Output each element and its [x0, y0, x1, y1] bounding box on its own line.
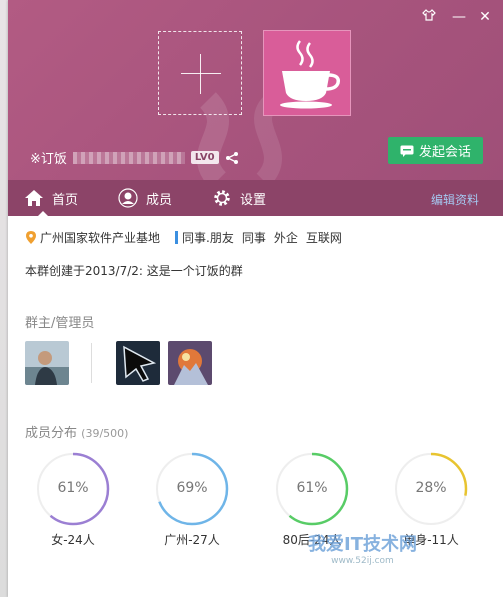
group-description: 本群创建于2013/7/2: 这是一个订饭的群 — [25, 264, 243, 278]
tag-item: 同事 — [241, 231, 266, 245]
group-avatar — [263, 30, 351, 116]
tab-home[interactable]: 首页 — [24, 180, 78, 216]
group-name-row: ※订饭 LV0 — [30, 148, 239, 167]
skin-icon[interactable] — [419, 8, 439, 26]
location-pin-icon — [26, 231, 36, 244]
blurred-group-id — [72, 151, 185, 164]
group-profile-window: — ✕ ※订饭 LV0 发起会话 首页 成员 设置 编辑资料 广州国家软件产业基… — [8, 0, 503, 597]
minimize-icon[interactable]: — — [449, 8, 469, 26]
members-title: 成员分布 (39/500) — [25, 422, 128, 441]
background-window — [0, 0, 8, 597]
plus-icon — [181, 73, 221, 74]
members-title-label: 成员分布 — [25, 426, 78, 441]
level-badge: LV0 — [190, 151, 219, 164]
tab-members-label: 成员 — [146, 192, 173, 208]
group-tags: 广州国家软件产业基地 同事.朋友 同事 外企 互联网 — [26, 229, 350, 246]
distribution-label: 广州-27人 — [164, 533, 220, 547]
tag-divider — [175, 231, 179, 244]
admin-divider — [91, 343, 92, 383]
group-name: ※订饭 — [30, 152, 67, 167]
tab-settings-label: 设置 — [240, 192, 267, 208]
admin-avatar[interactable] — [168, 341, 212, 385]
admin-avatar[interactable] — [116, 341, 160, 385]
tab-members[interactable]: 成员 — [118, 180, 172, 216]
tab-bar: 首页 成员 设置 编辑资料 — [8, 180, 503, 216]
share-icon[interactable] — [225, 151, 239, 165]
admins-title: 群主/管理员 — [25, 316, 95, 331]
location-tag: 广州国家软件产业基地 — [40, 231, 161, 245]
member-distribution-chart: 61% 女-24人 69% 广州-27人 61% 80后-24人 28% 单身-11人 — [8, 450, 503, 550]
distribution-percent: 61% — [296, 480, 328, 496]
distribution-percent: 61% — [57, 480, 89, 496]
watermark: 我爱IT技术网 www.52ij.com — [308, 534, 417, 566]
distribution-percent: 69% — [176, 480, 208, 496]
distribution-item: 69% 广州-27人 — [153, 450, 231, 548]
tag-item: 外企 — [273, 231, 298, 245]
owner-avatar[interactable] — [25, 341, 69, 385]
distribution-label: 女-24人 — [51, 533, 95, 547]
tag-item: 互联网 — [305, 231, 342, 245]
members-count: (39/500) — [81, 427, 129, 440]
tag-item: 同事.朋友 — [182, 231, 234, 245]
profile-header: — ✕ ※订饭 LV0 发起会话 — [8, 0, 503, 180]
chat-bubble-icon — [400, 145, 414, 157]
gear-icon — [214, 190, 230, 206]
tab-home-label: 首页 — [52, 192, 79, 208]
admin-list — [25, 341, 212, 385]
distribution-item: 61% 女-24人 — [34, 450, 112, 548]
coffee-cup-icon — [280, 40, 341, 109]
start-chat-button[interactable]: 发起会话 — [388, 137, 483, 164]
upload-avatar-button[interactable] — [158, 31, 242, 115]
start-chat-label: 发起会话 — [418, 145, 471, 160]
distribution-percent: 28% — [415, 480, 447, 496]
member-icon — [118, 188, 138, 208]
tab-settings[interactable]: 设置 — [212, 180, 266, 216]
home-icon — [25, 190, 43, 206]
edit-profile-link[interactable]: 编辑资料 — [431, 191, 479, 208]
close-icon[interactable]: ✕ — [475, 8, 495, 26]
